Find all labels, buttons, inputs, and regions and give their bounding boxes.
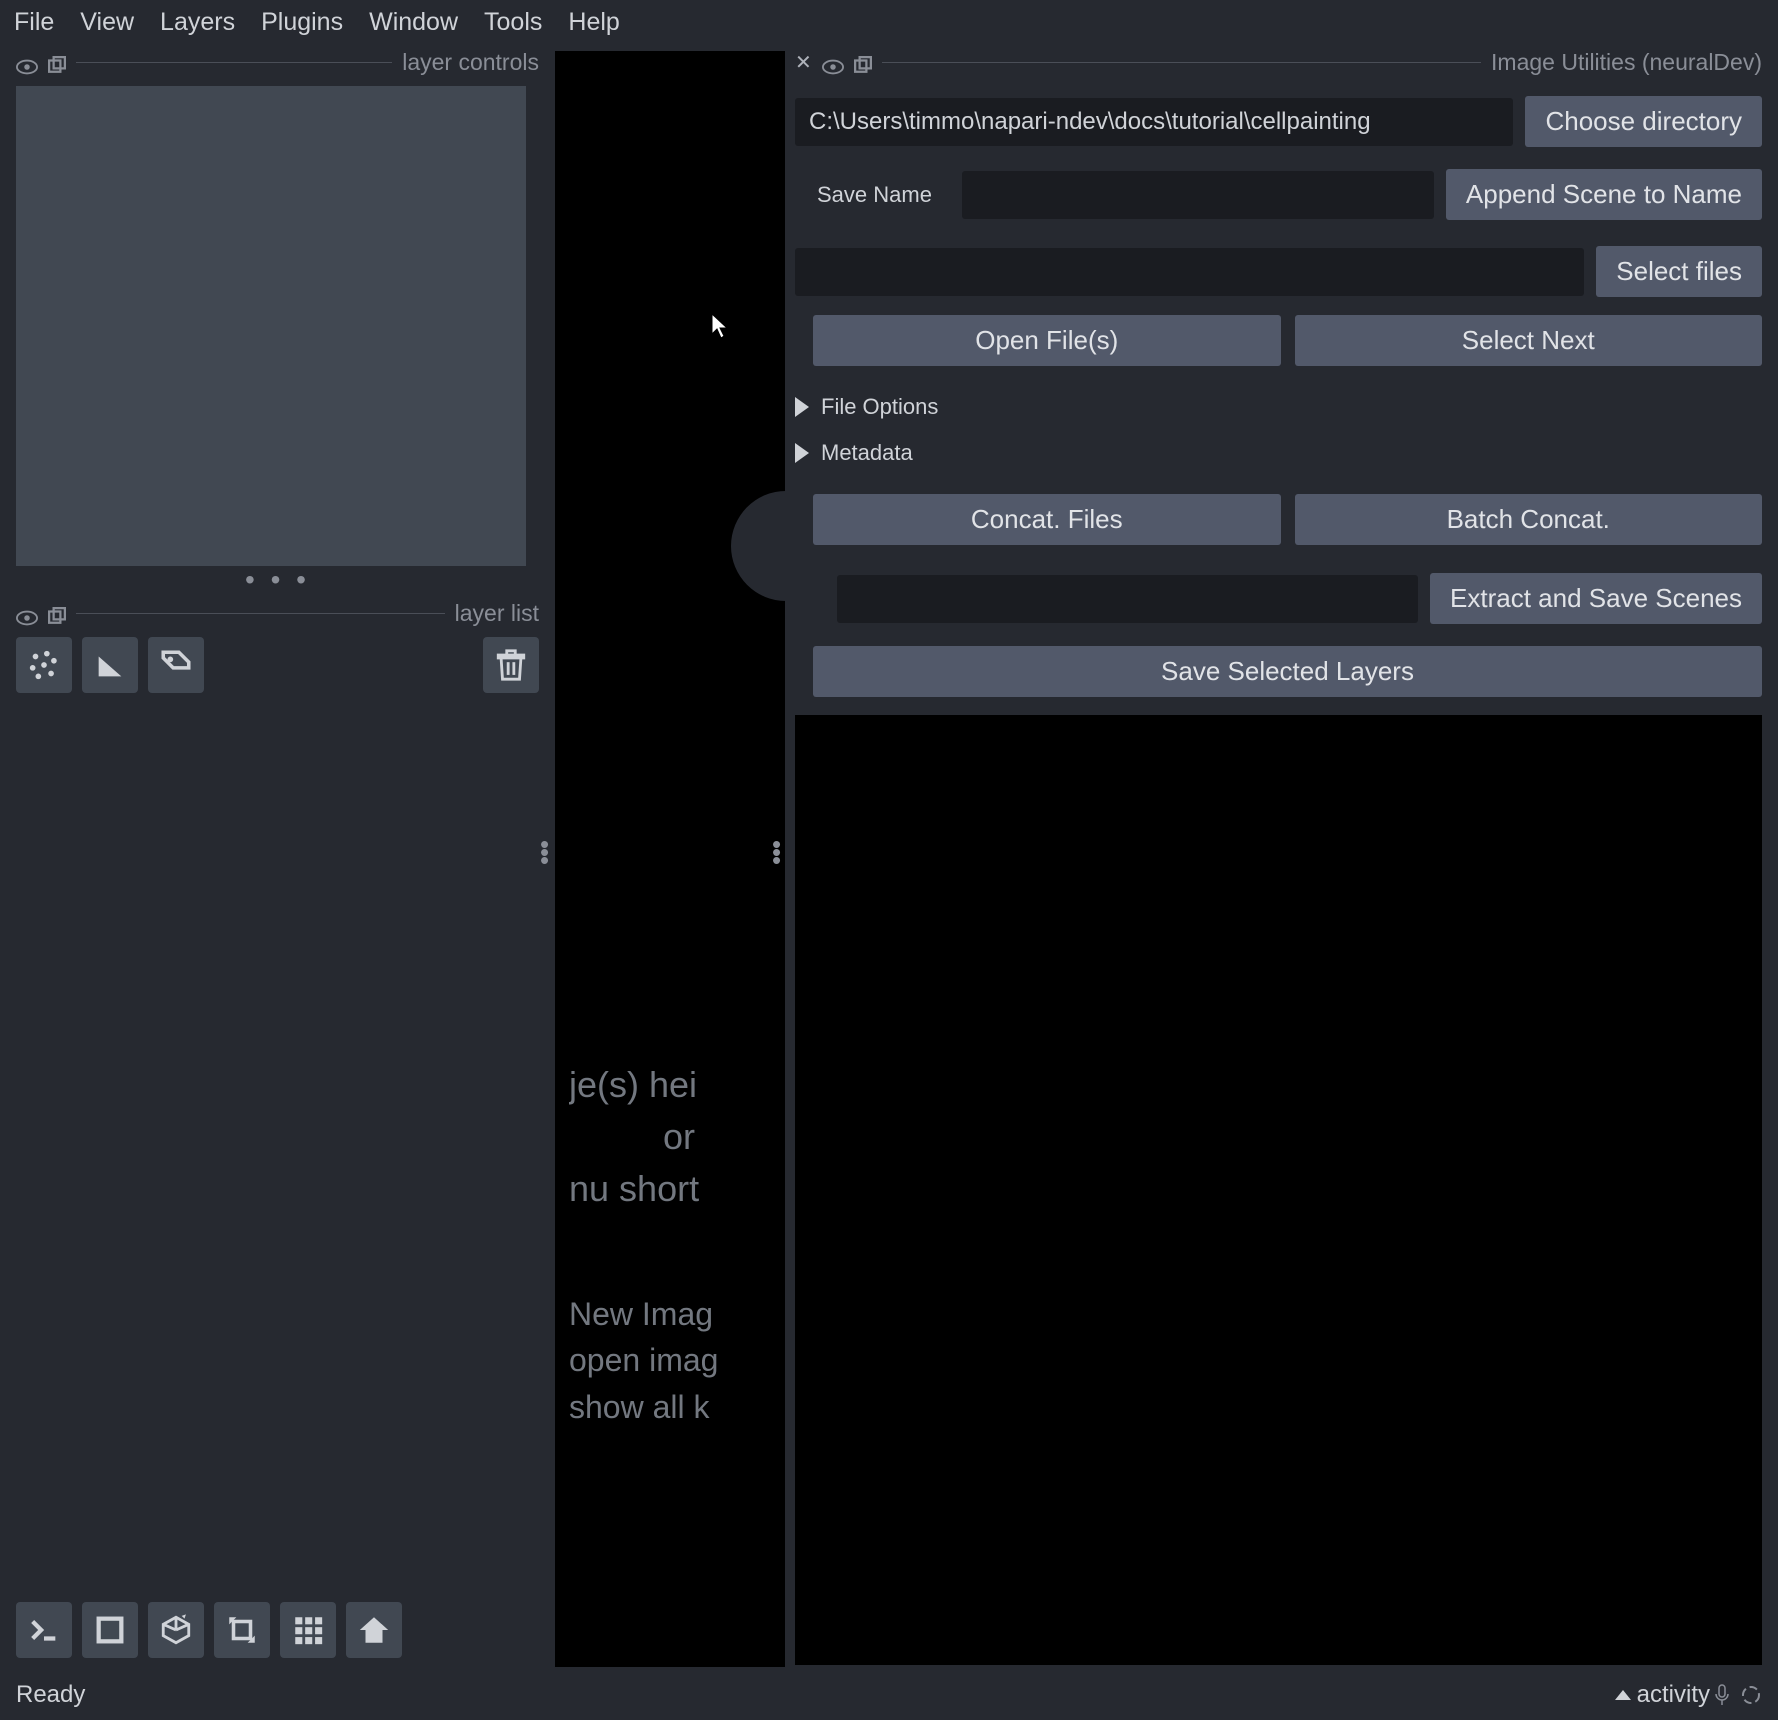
popout-icon[interactable] (854, 54, 872, 72)
layer-controls-header: layer controls (16, 49, 539, 76)
activity-spinner-icon (1740, 1684, 1762, 1706)
choose-directory-button[interactable]: Choose directory (1525, 96, 1762, 147)
new-shapes-button[interactable] (82, 637, 138, 693)
open-files-button[interactable]: Open File(s) (813, 315, 1281, 366)
metadata-expander[interactable]: Metadata (795, 440, 1762, 466)
save-name-input[interactable] (962, 171, 1434, 219)
left-panel: layer controls • • • layer list (0, 45, 555, 1665)
resize-handle-h[interactable]: • • • (16, 566, 539, 594)
grid-button[interactable] (280, 1602, 336, 1658)
menu-help[interactable]: Help (568, 8, 619, 37)
layer-controls-title: layer controls (402, 49, 539, 76)
image-utilities-panel: ✕ Image Utilities (neuralDev) Choose dir… (785, 45, 1778, 1665)
resize-handle-v[interactable]: ••• (540, 840, 549, 864)
roll-dims-button[interactable] (148, 1602, 204, 1658)
eye-icon[interactable] (16, 55, 38, 71)
utilities-title: Image Utilities (neuralDev) (1491, 49, 1762, 76)
hint-line: open imag (569, 1337, 789, 1383)
resize-handle-v[interactable]: ••• (772, 840, 781, 864)
batch-concat-button[interactable]: Batch Concat. (1295, 494, 1763, 545)
menu-plugins[interactable]: Plugins (261, 8, 343, 37)
menu-file[interactable]: File (14, 8, 54, 37)
extract-save-scenes-button[interactable]: Extract and Save Scenes (1430, 573, 1762, 624)
select-next-button[interactable]: Select Next (1295, 315, 1763, 366)
mic-icon[interactable] (1714, 1684, 1730, 1706)
eye-icon[interactable] (16, 606, 38, 622)
drop-hint-line: nu short (569, 1163, 789, 1215)
eye-icon[interactable] (822, 55, 844, 71)
drop-hint-line: je(s) hei (569, 1059, 789, 1111)
menubar: File View Layers Plugins Window Tools He… (0, 0, 1778, 45)
chevron-right-icon (795, 443, 809, 463)
new-labels-button[interactable] (148, 637, 204, 693)
ndisplay-button[interactable] (82, 1602, 138, 1658)
preview-area (795, 715, 1762, 1665)
files-input[interactable] (795, 248, 1584, 296)
activity-label[interactable]: activity (1637, 1681, 1710, 1709)
file-options-expander[interactable]: File Options (795, 394, 1762, 420)
popout-icon[interactable] (48, 54, 66, 72)
menu-layers[interactable]: Layers (160, 8, 235, 37)
canvas[interactable]: je(s) hei or nu short New Imag open imag… (555, 51, 785, 1667)
hint-line: show all k (569, 1384, 789, 1430)
console-button[interactable] (16, 1602, 72, 1658)
shortcut-hint: New Imag open imag show all k (569, 1291, 789, 1430)
chevron-right-icon (795, 397, 809, 417)
statusbar: Ready activity (0, 1670, 1778, 1720)
status-text: Ready (16, 1681, 85, 1709)
layer-list-title: layer list (455, 600, 539, 627)
concat-files-button[interactable]: Concat. Files (813, 494, 1281, 545)
new-points-button[interactable] (16, 637, 72, 693)
drop-hint-line: or (569, 1111, 789, 1163)
canvas-bulge (731, 491, 787, 601)
drop-hint: je(s) hei or nu short (569, 1059, 789, 1216)
close-icon[interactable]: ✕ (795, 50, 812, 75)
transpose-button[interactable] (214, 1602, 270, 1658)
metadata-label: Metadata (821, 440, 913, 466)
directory-input[interactable] (795, 98, 1513, 146)
append-scene-button[interactable]: Append Scene to Name (1446, 169, 1762, 220)
hint-line: New Imag (569, 1291, 789, 1337)
popout-icon[interactable] (48, 605, 66, 623)
layer-list-header: layer list (16, 600, 539, 627)
home-button[interactable] (346, 1602, 402, 1658)
viewer-tools (16, 1602, 402, 1658)
menu-view[interactable]: View (80, 8, 134, 37)
select-files-button[interactable]: Select files (1596, 246, 1762, 297)
file-options-label: File Options (821, 394, 938, 420)
layer-controls-box (16, 86, 526, 566)
menu-tools[interactable]: Tools (484, 8, 542, 37)
utilities-header: ✕ Image Utilities (neuralDev) (795, 49, 1762, 76)
save-selected-layers-button[interactable]: Save Selected Layers (813, 646, 1762, 697)
menu-window[interactable]: Window (369, 8, 458, 37)
cursor-icon (710, 312, 730, 340)
layer-tools (16, 637, 539, 693)
scenes-input[interactable] (837, 575, 1418, 623)
chevron-up-icon[interactable] (1615, 1690, 1631, 1700)
save-name-label: Save Name (795, 182, 950, 208)
delete-layer-button[interactable] (483, 637, 539, 693)
